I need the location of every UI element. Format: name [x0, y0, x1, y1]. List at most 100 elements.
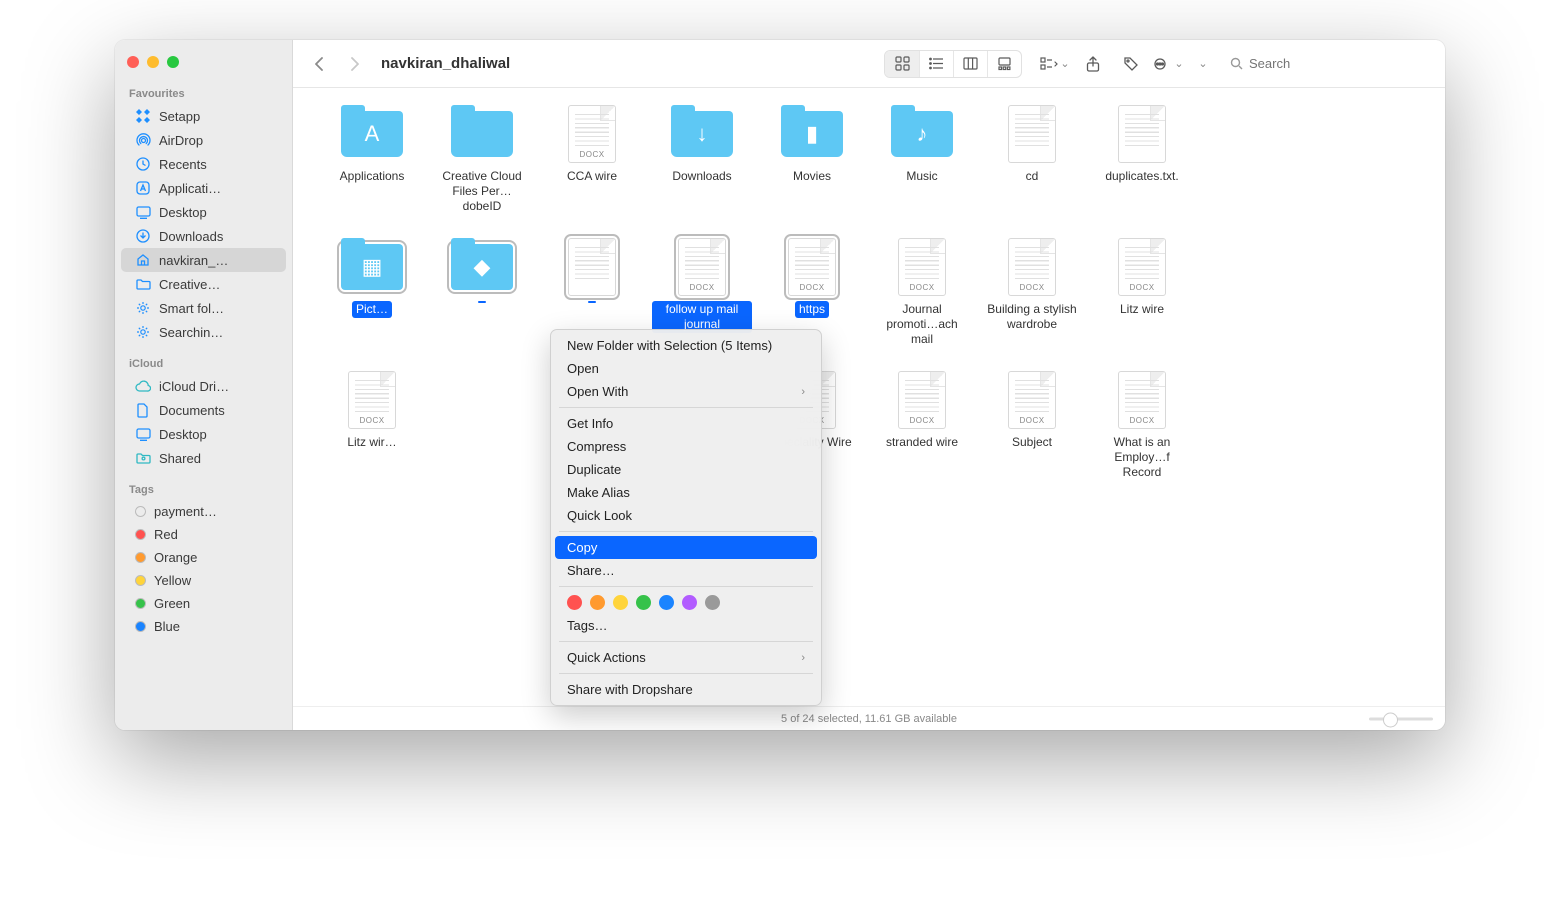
context-menu-item[interactable]: Make Alias: [551, 481, 821, 504]
sidebar-item[interactable]: Desktop: [121, 422, 286, 446]
context-tag-color[interactable]: [613, 595, 628, 610]
sidebar-item[interactable]: Desktop: [121, 200, 286, 224]
file-item[interactable]: DOCXWhat is an Employ…f Record: [1087, 372, 1197, 481]
group-by-button[interactable]: ⌄: [1040, 51, 1070, 77]
document-icon: DOCX: [898, 371, 946, 429]
sidebar-item[interactable]: iCloud Dri…: [121, 374, 286, 398]
sidebar-item[interactable]: Green: [121, 592, 286, 615]
sidebar-item[interactable]: Downloads: [121, 224, 286, 248]
context-menu-item[interactable]: Copy: [555, 536, 817, 559]
view-gallery-button[interactable]: [987, 51, 1021, 77]
context-menu-item[interactable]: Compress: [551, 435, 821, 458]
view-columns-button[interactable]: [953, 51, 987, 77]
file-item[interactable]: DOCXSubject: [977, 372, 1087, 481]
context-tag-color[interactable]: [636, 595, 651, 610]
context-tag-color[interactable]: [705, 595, 720, 610]
context-menu-label: Duplicate: [567, 462, 621, 477]
file-item[interactable]: Creative Cloud Files Per…dobeID: [427, 106, 537, 215]
sidebar-item-label: Orange: [154, 550, 197, 565]
sidebar-item[interactable]: Searchin…: [121, 320, 286, 344]
file-item[interactable]: AApplications: [317, 106, 427, 215]
sidebar-item[interactable]: Yellow: [121, 569, 286, 592]
dropdown-button[interactable]: ⌄: [1192, 51, 1214, 77]
file-item[interactable]: ↓Downloads: [647, 106, 757, 215]
context-menu-item[interactable]: Duplicate: [551, 458, 821, 481]
context-tag-color[interactable]: [567, 595, 582, 610]
context-menu-item[interactable]: New Folder with Selection (5 Items): [551, 334, 821, 357]
context-menu-item[interactable]: Tags…: [551, 614, 821, 637]
sidebar-item[interactable]: Red: [121, 523, 286, 546]
file-item[interactable]: ▦Pict…: [317, 239, 427, 348]
sidebar-item[interactable]: Applicati…: [121, 176, 286, 200]
folder-title: navkiran_dhaliwal: [381, 55, 510, 72]
context-tag-color[interactable]: [590, 595, 605, 610]
view-list-button[interactable]: [919, 51, 953, 77]
file-item[interactable]: DOCXJournal promoti…ach mail: [867, 239, 977, 348]
sidebar: FavouritesSetappAirDrop Recents Applicati……: [115, 40, 293, 730]
cloud-icon: [135, 378, 151, 394]
sidebar-item[interactable]: Setapp: [121, 104, 286, 128]
file-item[interactable]: cd: [977, 106, 1087, 215]
tag-dot-icon: [135, 552, 146, 563]
sidebar-item[interactable]: Orange: [121, 546, 286, 569]
sidebar-item[interactable]: Smart fol…: [121, 296, 286, 320]
context-menu-label: Share…: [567, 563, 615, 578]
sidebar-item[interactable]: payment…: [121, 500, 286, 523]
sidebar-item-label: payment…: [154, 504, 217, 519]
context-menu-item[interactable]: Share with Dropshare: [551, 678, 821, 701]
action-button[interactable]: ⌄: [1154, 51, 1184, 77]
sidebar-item[interactable]: AirDrop: [121, 128, 286, 152]
file-item[interactable]: DOCXLitz wir…: [317, 372, 427, 481]
forward-button[interactable]: [341, 50, 369, 78]
sidebar-item-label: Creative…: [159, 277, 220, 292]
close-window-button[interactable]: [127, 56, 139, 68]
context-menu-label: Open: [567, 361, 599, 376]
share-button[interactable]: [1078, 51, 1108, 77]
home-icon: [135, 252, 151, 268]
context-menu-item[interactable]: Get Info: [551, 412, 821, 435]
tag-dot-icon: [135, 575, 146, 586]
context-menu-label: Quick Look: [567, 508, 632, 523]
sidebar-heading: Favourites: [115, 84, 292, 104]
sidebar-item-label: Recents: [159, 157, 207, 172]
tags-button[interactable]: [1116, 51, 1146, 77]
file-item[interactable]: duplicates.txt.: [1087, 106, 1197, 215]
context-menu-label: Open With: [567, 384, 628, 399]
view-icons-button[interactable]: [885, 51, 919, 77]
sidebar-item[interactable]: Documents: [121, 398, 286, 422]
minimize-window-button[interactable]: [147, 56, 159, 68]
sidebar-item[interactable]: navkiran_…: [121, 248, 286, 272]
file-item[interactable]: ◆: [427, 239, 537, 348]
context-menu-label: Copy: [567, 540, 597, 555]
document-icon: DOCX: [898, 238, 946, 296]
context-menu-item[interactable]: Share…: [551, 559, 821, 582]
context-menu-item[interactable]: Quick Actions›: [551, 646, 821, 669]
context-tag-color[interactable]: [659, 595, 674, 610]
back-button[interactable]: [305, 50, 333, 78]
file-item[interactable]: ♪Music: [867, 106, 977, 215]
sidebar-item-label: Desktop: [159, 205, 207, 220]
context-menu-item[interactable]: Open With›: [551, 380, 821, 403]
file-item[interactable]: DOCXstranded wire: [867, 372, 977, 481]
sidebar-item-label: Green: [154, 596, 190, 611]
icon-size-slider[interactable]: [1369, 717, 1433, 720]
document-icon: DOCX: [678, 238, 726, 296]
desktop-icon: [135, 204, 151, 220]
sidebar-item[interactable]: Shared: [121, 446, 286, 470]
file-item[interactable]: DOCXCCA wire: [537, 106, 647, 215]
context-menu-item[interactable]: Quick Look: [551, 504, 821, 527]
sidebar-item[interactable]: Creative…: [121, 272, 286, 296]
file-item[interactable]: ▮Movies: [757, 106, 867, 215]
context-tag-color[interactable]: [682, 595, 697, 610]
file-item[interactable]: DOCXLitz wire: [1087, 239, 1197, 348]
file-item[interactable]: DOCXBuilding a stylish wardrobe: [977, 239, 1087, 348]
zoom-window-button[interactable]: [167, 56, 179, 68]
context-menu-item[interactable]: Open: [551, 357, 821, 380]
app-icon: [135, 180, 151, 196]
search-field[interactable]: [1222, 52, 1433, 75]
search-input[interactable]: [1249, 56, 1425, 71]
sidebar-item[interactable]: Recents: [121, 152, 286, 176]
document-icon: DOCX: [568, 105, 616, 163]
sidebar-item[interactable]: Blue: [121, 615, 286, 638]
document-icon: [568, 238, 616, 296]
